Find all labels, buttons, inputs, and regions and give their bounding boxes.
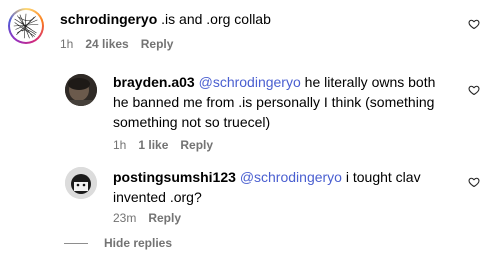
reply-username[interactable]: brayden.a03 (113, 74, 195, 90)
reply-mention[interactable]: @schrodingeryo (199, 74, 301, 90)
reply-text-line: invented .org? (113, 189, 202, 205)
reply-text-line: i tought clav (341, 169, 421, 185)
reply-likes[interactable]: 1 like (138, 138, 168, 152)
hide-replies-divider (64, 243, 88, 244)
avatar-brayden[interactable] (65, 74, 97, 106)
reply-time: 23m (113, 211, 137, 225)
reply-meta: 23m Reply (113, 211, 193, 225)
reply-reply-button[interactable]: Reply (180, 138, 213, 152)
heart-icon[interactable] (468, 176, 480, 188)
avatar-photo-image (65, 167, 97, 199)
avatar-photo-image (65, 74, 97, 106)
reply-username[interactable]: postingsumshi123 (113, 169, 236, 185)
avatar-postingsumshi[interactable] (65, 167, 97, 199)
comment-meta: 1h 24 likes Reply (60, 37, 185, 51)
heart-icon[interactable] (468, 84, 480, 96)
comment-reply-button[interactable]: Reply (141, 37, 174, 51)
comment-time: 1h (60, 37, 74, 51)
avatar-schrodingeryo[interactable] (8, 8, 44, 44)
comment-text: .is and .org collab (157, 11, 271, 27)
reply-text-line: he banned me from .is personally I think… (113, 94, 435, 110)
reply-reply-button[interactable]: Reply (148, 211, 181, 225)
heart-icon[interactable] (468, 18, 480, 30)
reply-time: 1h (113, 138, 127, 152)
avatar-scribble-image (12, 12, 40, 40)
comment-likes[interactable]: 24 likes (85, 37, 128, 51)
hide-replies-button[interactable]: Hide replies (104, 236, 172, 250)
reply-text-line: something not so truecel) (113, 114, 271, 130)
reply-body: brayden.a03 @schrodingeryo he literally … (113, 72, 473, 132)
reply-meta: 1h 1 like Reply (113, 138, 225, 152)
reply-body: postingsumshi123 @schrodingeryo i tought… (113, 167, 473, 207)
reply-mention[interactable]: @schrodingeryo (240, 169, 342, 185)
comment-username[interactable]: schrodingeryo (60, 11, 157, 27)
comment-body: schrodingeryo .is and .org collab (60, 9, 271, 29)
reply-text-line: he literally owns both (300, 74, 436, 90)
